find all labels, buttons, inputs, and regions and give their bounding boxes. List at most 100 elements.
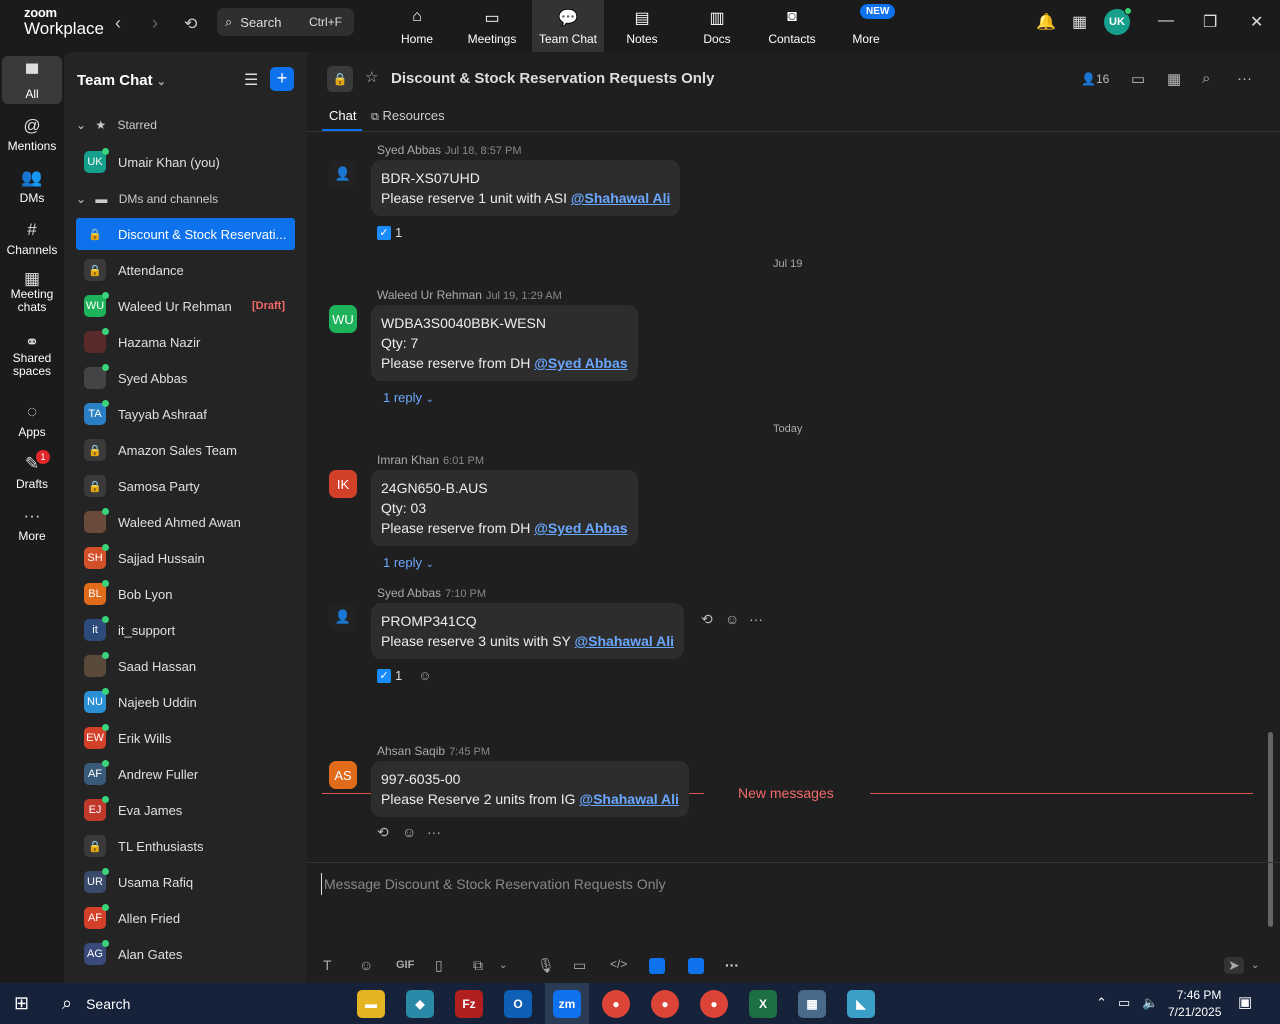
screenshot-icon[interactable]: ⧉	[473, 957, 483, 974]
sidebar-item[interactable]: TA Tayyab Ashraaf	[76, 398, 295, 430]
tab-docs[interactable]: ▥ Docs	[681, 0, 753, 52]
section-dms-channels[interactable]: ⌄ ▬ DMs and channels	[76, 192, 218, 206]
emoji-icon[interactable]: ☺	[402, 824, 416, 840]
chrome-icon[interactable]: ●	[602, 990, 630, 1018]
app-shortcut-icon[interactable]	[688, 958, 704, 974]
text-format-icon[interactable]: T	[323, 957, 332, 973]
calendar-icon[interactable]: ▦	[1072, 12, 1087, 32]
tab-meetings[interactable]: ▭ Meetings	[456, 0, 528, 52]
mention-link[interactable]: @Shahawal Ali	[571, 190, 671, 206]
sender-name[interactable]: Syed Abbas	[377, 143, 441, 157]
sidebar-item[interactable]: SH Sajjad Hussain	[76, 542, 295, 574]
excel-icon[interactable]: X	[749, 990, 777, 1018]
avatar[interactable]: UK	[1104, 7, 1132, 35]
tab-chat[interactable]: Chat	[329, 108, 356, 123]
message-bubble[interactable]: 997-6035-00 Please Reserve 2 units from …	[371, 761, 689, 817]
more-options-icon[interactable]: ···	[1237, 70, 1252, 87]
tab-notes[interactable]: ▤ Notes	[606, 0, 678, 52]
sidebar-item[interactable]: AF Allen Fried	[76, 902, 295, 934]
reply-icon[interactable]: ⟲	[701, 611, 713, 628]
sender-name[interactable]: Waleed Ur Rehman	[377, 288, 482, 302]
section-starred[interactable]: ⌄ ★ Starred	[76, 118, 157, 132]
gif-icon[interactable]: GIF	[396, 959, 414, 971]
video-message-icon[interactable]: ▭	[573, 957, 586, 974]
chevron-up-icon[interactable]: ⌃	[1096, 995, 1107, 1011]
avatar[interactable]: WU	[329, 305, 357, 333]
filezilla-icon[interactable]: Fz	[455, 990, 483, 1018]
restore-icon[interactable]: ❐	[1203, 12, 1217, 32]
avatar[interactable]: AS	[329, 761, 357, 789]
sidebar-item[interactable]: WU Waleed Ur Rehman [Draft]	[76, 290, 295, 322]
chevron-down-icon[interactable]: ⌄	[499, 960, 507, 971]
sidebar-item[interactable]: AF Andrew Fuller	[76, 758, 295, 790]
taskbar-clock[interactable]: 7:46 PM 7/21/2025	[1168, 987, 1221, 1021]
sidebar-item[interactable]: 🔒 Discount & Stock Reservati...	[76, 218, 295, 250]
reply-link[interactable]: 1 reply ⌄	[383, 390, 434, 405]
search-bar[interactable]: ⌕ Search Ctrl+F	[217, 8, 354, 36]
zoom-icon[interactable]: zm	[553, 990, 581, 1018]
new-chat-button[interactable]: +	[270, 67, 294, 91]
rail-apps[interactable]: ◌ Apps	[2, 402, 62, 439]
sender-name[interactable]: Syed Abbas	[377, 586, 441, 600]
mention-link[interactable]: @Syed Abbas	[534, 355, 627, 371]
add-reaction-icon[interactable]: ☺	[418, 668, 431, 683]
emoji-icon[interactable]: ☺	[359, 957, 373, 973]
close-icon[interactable]: ✕	[1250, 12, 1263, 32]
rail-channels[interactable]: # Channels	[2, 220, 62, 257]
mention-link[interactable]: @Shahawal Ali	[579, 791, 679, 807]
minimize-icon[interactable]: —	[1158, 12, 1174, 30]
filter-icon[interactable]: ☰	[244, 70, 258, 90]
sidebar-item-starred-self[interactable]: UK Umair Khan (you)	[76, 146, 295, 178]
calculator-icon[interactable]: ▦	[798, 990, 826, 1018]
volume-icon[interactable]: 🔈	[1142, 995, 1158, 1011]
file-icon[interactable]: ▯	[435, 957, 443, 974]
app-icon[interactable]: ◣	[847, 990, 875, 1018]
channel-title[interactable]: Discount & Stock Reservation Requests On…	[391, 70, 714, 87]
sidebar-item[interactable]: AG Alan Gates	[76, 938, 295, 970]
send-icon[interactable]: ➤	[1224, 957, 1244, 974]
tab-team-chat[interactable]: 💬 Team Chat	[532, 0, 604, 52]
sidebar-item[interactable]: NU Najeeb Uddin	[76, 686, 295, 718]
sidebar-item[interactable]: 🔒 TL Enthusiasts	[76, 830, 295, 862]
rail-more[interactable]: ··· More	[2, 506, 62, 543]
avatar[interactable]: IK	[329, 470, 357, 498]
reaction-checkmark[interactable]: ✓ 1 ☺	[377, 668, 432, 683]
rail-drafts[interactable]: ✎ 1 Drafts	[2, 450, 62, 491]
message-bubble[interactable]: PROMP341CQ Please reserve 3 units with S…	[371, 603, 685, 659]
search-icon[interactable]: ⌕	[1202, 70, 1210, 87]
sidebar-item[interactable]: Syed Abbas	[76, 362, 295, 394]
forward-arrow-icon[interactable]: ›	[152, 13, 158, 34]
sidebar-title[interactable]: Team Chat ⌄	[77, 72, 166, 89]
tab-home[interactable]: ⌂ Home	[381, 0, 453, 52]
avatar[interactable]: 👤	[329, 160, 357, 188]
sender-name[interactable]: Ahsan Saqib	[377, 744, 445, 758]
sidebar-item[interactable]: Saad Hassan	[76, 650, 295, 682]
bell-icon[interactable]: 🔔	[1036, 12, 1056, 32]
back-arrow-icon[interactable]: ‹	[115, 13, 121, 34]
notification-icon[interactable]: ▣	[1238, 993, 1252, 1011]
message-input[interactable]	[321, 873, 1221, 895]
sidebar-item[interactable]: Waleed Ahmed Awan	[76, 506, 295, 538]
rail-dms[interactable]: 👥 DMs	[2, 168, 62, 205]
chrome-icon[interactable]: ●	[651, 990, 679, 1018]
message-bubble[interactable]: WDBA3S0040BBK-WESN Qty: 7 Please reserve…	[371, 305, 638, 381]
members-button[interactable]: 👤16	[1081, 72, 1109, 86]
sidebar-item[interactable]: 🔒 Samosa Party	[76, 470, 295, 502]
more-options-icon[interactable]: ···	[749, 611, 763, 627]
taskbar-search[interactable]: ⌕ Search	[62, 993, 130, 1014]
calendar-icon[interactable]: ▦	[1167, 70, 1181, 88]
microphone-icon[interactable]: 🎙	[537, 957, 555, 974]
reply-link[interactable]: 1 reply ⌄	[383, 555, 434, 570]
chrome-icon[interactable]: ●	[700, 990, 728, 1018]
sidebar-item[interactable]: 🔒 Amazon Sales Team	[76, 434, 295, 466]
chevron-down-icon[interactable]: ⌄	[1251, 960, 1259, 971]
reaction-checkmark[interactable]: ✓ 1	[377, 225, 402, 240]
sidebar-item[interactable]: EW Erik Wills	[76, 722, 295, 754]
rail-shared-spaces[interactable]: ⚭ Shared spaces	[2, 334, 62, 378]
more-options-icon[interactable]: ···	[725, 957, 739, 973]
video-icon[interactable]: ▭	[1131, 70, 1145, 88]
app-shortcut-icon[interactable]	[649, 958, 665, 974]
sidebar-item[interactable]: EJ Eva James	[76, 794, 295, 826]
star-icon[interactable]: ☆	[365, 68, 378, 86]
message-bubble[interactable]: BDR-XS07UHD Please reserve 1 unit with A…	[371, 160, 681, 216]
